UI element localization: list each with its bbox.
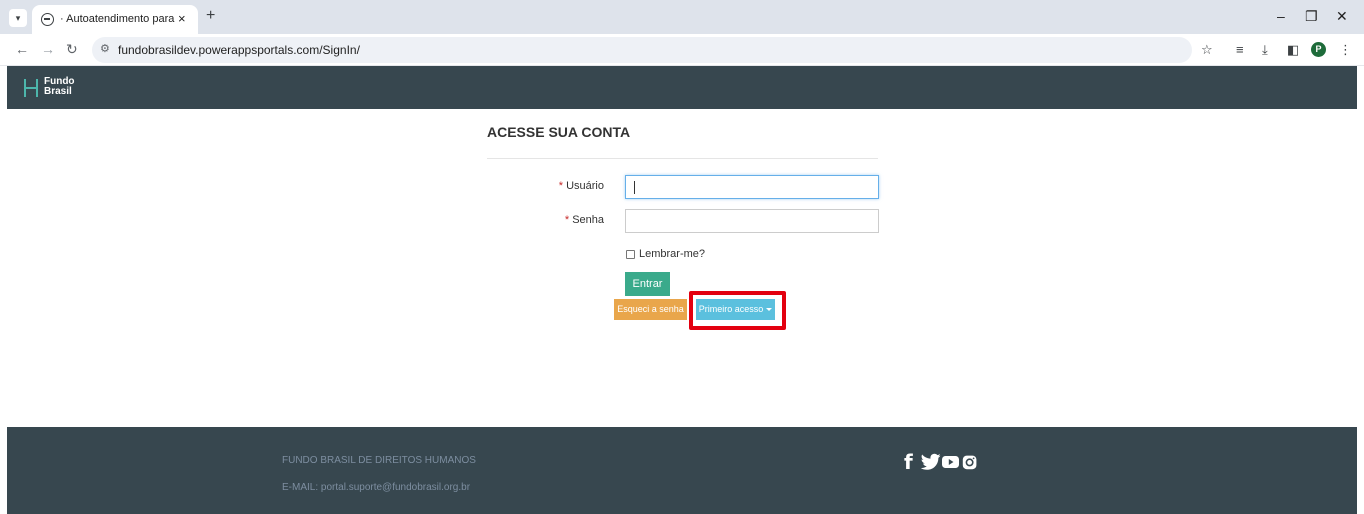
address-bar[interactable]: ⚙ fundobrasildev.powerappsportals.com/Si… bbox=[92, 37, 1192, 63]
tab-list-icon[interactable]: ▾ bbox=[9, 9, 27, 27]
instagram-icon[interactable] bbox=[962, 452, 978, 472]
forward-icon[interactable]: → bbox=[41, 41, 55, 57]
password-input[interactable] bbox=[625, 209, 879, 233]
close-icon[interactable]: ✕ bbox=[1336, 8, 1348, 25]
reload-icon[interactable]: ↻ bbox=[66, 41, 78, 58]
download-icon[interactable]: ⤓ bbox=[1262, 42, 1268, 58]
remember-label[interactable]: Lembrar-me? bbox=[639, 248, 705, 260]
page-title: ACESSE SUA CONTA bbox=[487, 124, 631, 140]
star-icon[interactable]: ☆ bbox=[1201, 42, 1213, 58]
footer-email[interactable]: E-MAIL: portal.suporte@fundobrasil.org.b… bbox=[282, 482, 470, 493]
reading-list-icon[interactable]: ≡ bbox=[1236, 42, 1244, 57]
browser-toolbar: ← → ↻ ⚙ fundobrasildev.powerappsportals.… bbox=[0, 34, 1364, 66]
divider bbox=[487, 158, 878, 159]
highlight-annotation bbox=[689, 291, 786, 330]
footer-org-name: FUNDO BRASIL DE DIREITOS HUMANOS bbox=[282, 455, 476, 466]
back-icon[interactable]: ← bbox=[15, 41, 29, 57]
facebook-icon[interactable]: f bbox=[904, 452, 913, 472]
restore-icon[interactable]: ❐ bbox=[1305, 8, 1318, 25]
new-tab-icon[interactable]: + bbox=[206, 7, 215, 25]
logo-line-2: Brasil bbox=[44, 86, 72, 97]
globe-icon bbox=[41, 13, 54, 26]
browser-tabstrip: ▾ · Autoatendimento para Client × + – ❐ … bbox=[0, 0, 1364, 34]
username-input[interactable] bbox=[625, 175, 879, 199]
menu-icon[interactable]: ⋮ bbox=[1339, 42, 1352, 58]
forgot-password-button[interactable]: Esqueci a senha bbox=[614, 299, 687, 320]
logo-icon[interactable] bbox=[24, 79, 38, 97]
url-text[interactable]: fundobrasildev.powerappsportals.com/Sign… bbox=[118, 43, 360, 57]
profile-icon[interactable]: P bbox=[1311, 42, 1326, 57]
remember-checkbox[interactable] bbox=[626, 250, 635, 259]
logo-text[interactable]: Fundo Brasil bbox=[44, 77, 75, 97]
minimize-icon[interactable]: – bbox=[1277, 8, 1285, 24]
tab-close-icon[interactable]: × bbox=[178, 11, 186, 26]
password-label: * Senha bbox=[564, 214, 604, 226]
site-header: Fundo Brasil bbox=[7, 66, 1357, 109]
username-label: * Usuário bbox=[558, 180, 604, 192]
side-panel-icon[interactable]: ◧ bbox=[1287, 42, 1299, 58]
site-footer: FUNDO BRASIL DE DIREITOS HUMANOS E-MAIL:… bbox=[7, 427, 1357, 514]
site-info-icon[interactable]: ⚙ bbox=[100, 42, 110, 55]
youtube-icon[interactable] bbox=[942, 452, 959, 472]
tab-title: · Autoatendimento para Client bbox=[60, 13, 175, 25]
submit-button[interactable]: Entrar bbox=[625, 272, 670, 296]
browser-tab[interactable]: · Autoatendimento para Client × bbox=[32, 5, 198, 34]
twitter-icon[interactable] bbox=[921, 452, 941, 472]
